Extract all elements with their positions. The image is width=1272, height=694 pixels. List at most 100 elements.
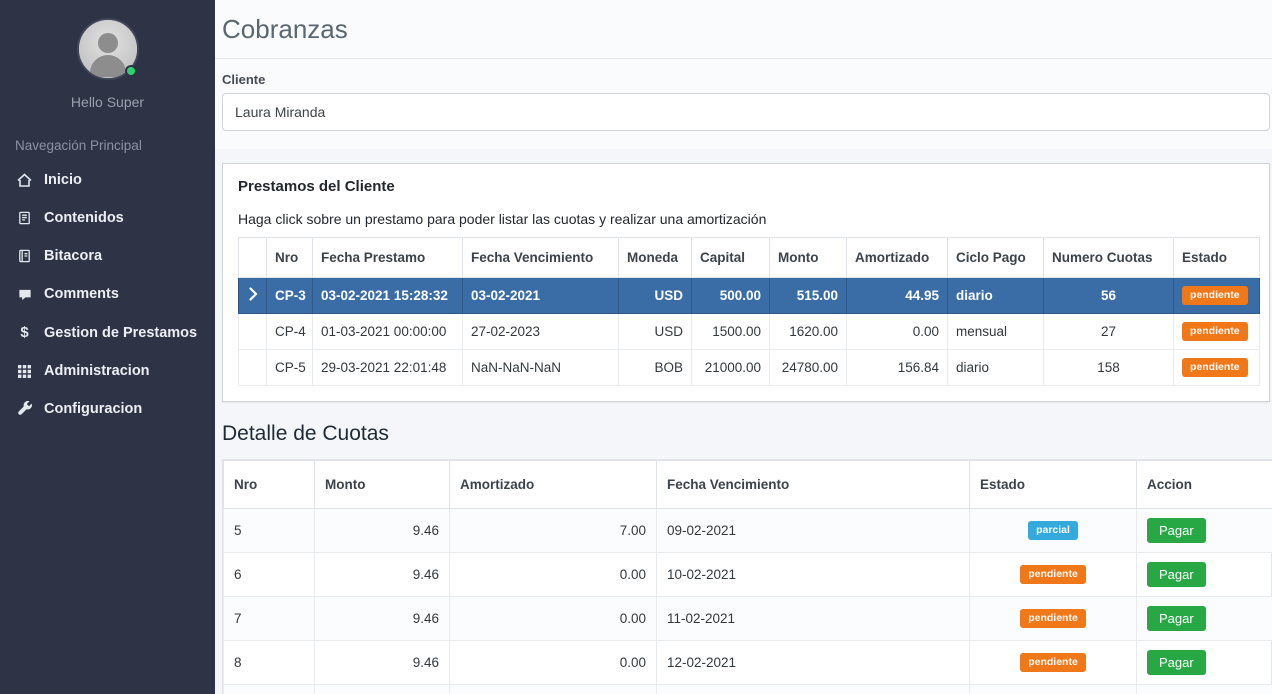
loans-col-moneda: Moneda <box>619 238 692 278</box>
loan-cell-fecha_vencimiento: 03-02-2021 <box>463 278 619 314</box>
estado-badge: pendiente <box>1020 653 1086 672</box>
loans-card-subtitle: Haga click sobre un prestamo para poder … <box>238 211 1254 227</box>
online-status-dot <box>125 65 137 77</box>
grid-icon <box>15 364 34 379</box>
pagar-button[interactable]: Pagar <box>1147 518 1206 543</box>
loan-cell-capital: 500.00 <box>692 278 770 314</box>
cuota-cell-fecha_vencimiento: 09-02-2021 <box>657 509 970 553</box>
loan-cell-monto: 24780.00 <box>770 350 847 386</box>
cuota-cell-accion: Pagar <box>1137 509 1272 553</box>
sidebar-item-label: Configuracion <box>44 401 142 417</box>
cuota-cell-monto: 9.46 <box>315 509 450 553</box>
cuota-cell-monto: 9.46 <box>315 553 450 597</box>
loan-cell-amortizado: 44.95 <box>847 278 948 314</box>
sidebar-item-comments[interactable]: Comments <box>0 275 215 313</box>
cuota-row: 89.460.0012-02-2021pendientePagar <box>224 641 1272 685</box>
cuotas-col-accion: Accion <box>1137 461 1272 509</box>
sidebar-item-inicio[interactable]: Inicio <box>0 161 215 199</box>
loans-header-row: NroFecha PrestamoFecha VencimientoMoneda… <box>239 238 1260 278</box>
loan-cell-monto: 1620.00 <box>770 314 847 350</box>
home-icon <box>15 172 34 188</box>
loans-col-monto: Monto <box>770 238 847 278</box>
loan-cell-nro: CP-4 <box>267 314 313 350</box>
loans-col-fecha-prestamo: Fecha Prestamo <box>313 238 463 278</box>
sidebar-item-bitacora[interactable]: Bitacora <box>0 237 215 275</box>
pagar-button[interactable]: Pagar <box>1147 650 1206 675</box>
cuotas-col-nro: Nro <box>224 461 315 509</box>
cuotas-section-title: Detalle de Cuotas <box>222 422 1272 446</box>
loan-row[interactable]: CP-401-03-2021 00:00:0027-02-2023USD1500… <box>239 314 1260 350</box>
loan-cell-estado: pendiente <box>1174 314 1260 350</box>
loan-row[interactable]: CP-529-03-2021 22:01:48NaN-NaN-NaNBOB210… <box>239 350 1260 386</box>
loan-cell-moneda: USD <box>619 278 692 314</box>
page-header: Cobranzas <box>215 0 1272 59</box>
loan-cell-amortizado: 0.00 <box>847 314 948 350</box>
loan-cell-ciclo_pago: diario <box>948 350 1044 386</box>
sidebar: Hello Super Navegación Principal InicioC… <box>0 0 215 694</box>
loans-col-ciclo-pago: Ciclo Pago <box>948 238 1044 278</box>
pagar-button[interactable]: Pagar <box>1147 606 1206 631</box>
cuota-cell-accion: Pagar <box>1137 685 1272 694</box>
loans-col-chevron <box>239 238 267 278</box>
dollar-icon: $ <box>15 324 34 341</box>
cuota-cell-nro: 7 <box>224 597 315 641</box>
cuota-cell-fecha_vencimiento: 12-02-2021 <box>657 641 970 685</box>
top-panel: Cobranzas Cliente <box>215 0 1272 149</box>
estado-badge: pendiente <box>1020 609 1086 628</box>
cuotas-card: NroMontoAmortizadoFecha VencimientoEstad… <box>222 459 1272 694</box>
loan-cell-fecha_prestamo: 03-02-2021 15:28:32 <box>313 278 463 314</box>
avatar <box>77 18 139 80</box>
sidebar-item-label: Gestion de Prestamos <box>44 325 197 341</box>
main-content: Cobranzas Cliente Prestamos del Cliente … <box>215 0 1272 694</box>
estado-badge: pendiente <box>1182 286 1248 305</box>
client-input[interactable] <box>222 93 1270 131</box>
row-chevron-cell <box>239 278 267 314</box>
loan-cell-capital: 21000.00 <box>692 350 770 386</box>
cuota-cell-estado: pendiente <box>970 685 1137 694</box>
loan-cell-fecha_prestamo: 01-03-2021 00:00:00 <box>313 314 463 350</box>
sidebar-item-contenidos[interactable]: Contenidos <box>0 199 215 237</box>
loan-cell-fecha_vencimiento: NaN-NaN-NaN <box>463 350 619 386</box>
loan-cell-estado: pendiente <box>1174 278 1260 314</box>
book-icon <box>15 210 34 226</box>
cuota-cell-monto: 9.46 <box>315 685 450 694</box>
cuota-cell-nro: 5 <box>224 509 315 553</box>
cuotas-header-row: NroMontoAmortizadoFecha VencimientoEstad… <box>224 461 1272 509</box>
cuota-cell-nro: 9 <box>224 685 315 694</box>
page-title: Cobranzas <box>222 14 1248 45</box>
cuota-cell-fecha_vencimiento: 11-02-2021 <box>657 597 970 641</box>
cuota-cell-amortizado: 0.00 <box>450 685 657 694</box>
client-label: Cliente <box>222 72 1270 87</box>
loan-cell-ciclo_pago: diario <box>948 278 1044 314</box>
loans-table-body: CP-303-02-2021 15:28:3203-02-2021USD500.… <box>239 278 1260 386</box>
estado-badge: pendiente <box>1020 565 1086 584</box>
loans-col-capital: Capital <box>692 238 770 278</box>
loans-col-amortizado: Amortizado <box>847 238 948 278</box>
sidebar-item-label: Inicio <box>44 172 82 188</box>
row-chevron-cell <box>239 314 267 350</box>
sidebar-item-gestion-de-prestamos[interactable]: $ Gestion de Prestamos <box>0 313 215 352</box>
pagar-button[interactable]: Pagar <box>1147 562 1206 587</box>
cuota-cell-nro: 6 <box>224 553 315 597</box>
estado-badge: pendiente <box>1182 322 1248 341</box>
row-chevron-cell <box>239 350 267 386</box>
loans-col-numero-cuotas: Numero Cuotas <box>1044 238 1174 278</box>
journal-icon <box>15 248 34 264</box>
cuotas-col-amortizado: Amortizado <box>450 461 657 509</box>
loan-cell-amortizado: 156.84 <box>847 350 948 386</box>
loans-card-title: Prestamos del Cliente <box>238 178 1254 195</box>
loan-row[interactable]: CP-303-02-2021 15:28:3203-02-2021USD500.… <box>239 278 1260 314</box>
loan-cell-numero_cuotas: 27 <box>1044 314 1174 350</box>
cuotas-col-estado: Estado <box>970 461 1137 509</box>
loan-cell-monto: 515.00 <box>770 278 847 314</box>
sidebar-item-administracion[interactable]: Administracion <box>0 352 215 390</box>
loan-cell-fecha_vencimiento: 27-02-2023 <box>463 314 619 350</box>
cuota-cell-estado: parcial <box>970 509 1137 553</box>
sidebar-item-label: Administracion <box>44 363 150 379</box>
loan-cell-moneda: USD <box>619 314 692 350</box>
cuota-cell-monto: 9.46 <box>315 641 450 685</box>
cuotas-col-fecha-vencimiento: Fecha Vencimiento <box>657 461 970 509</box>
loan-cell-numero_cuotas: 56 <box>1044 278 1174 314</box>
cuota-row: 79.460.0011-02-2021pendientePagar <box>224 597 1272 641</box>
sidebar-item-configuracion[interactable]: Configuracion <box>0 390 215 428</box>
